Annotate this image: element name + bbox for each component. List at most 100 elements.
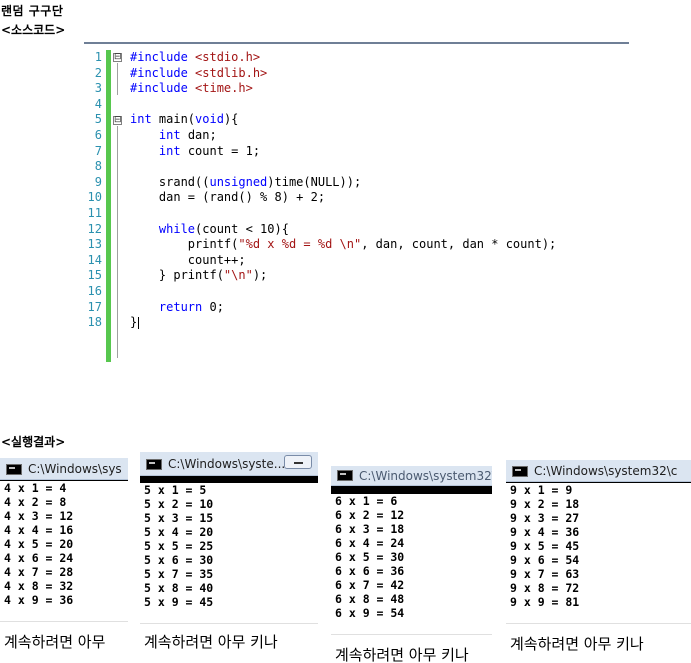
console-window-3[interactable]: C:\Windows\system32\ 6 x 1 = 66 x 2 = 12…	[331, 466, 492, 663]
console-prompt: 계속하려면 아무 키나	[140, 623, 318, 663]
console-output-line: 4 x 2 = 8	[4, 495, 67, 509]
console-output-line: 6 x 5 = 30	[335, 550, 405, 564]
code-editor[interactable]: 1 2 3 4 5 6 7 8 9 10 11 12 13 14 15 16 17 18 ⊟ ⊟ #include…	[84, 42, 629, 368]
console-output-line: 5 x 2 = 10	[144, 497, 214, 511]
console-title-bar[interactable]: C:\Windows\syste...	[140, 452, 318, 476]
code-token: int	[158, 127, 181, 142]
line-number: 6	[94, 127, 102, 142]
console-output-line: 4 x 7 = 28	[4, 565, 74, 579]
outline-margin: ⊟ ⊟	[113, 50, 125, 362]
code-token: }	[130, 315, 138, 330]
code-token: } printf(	[130, 268, 224, 283]
collapse-icon-includes[interactable]: ⊟	[113, 53, 122, 62]
code-token: return	[158, 299, 203, 314]
line-number: 8	[94, 159, 102, 174]
code-token: <stdlib.h>	[195, 65, 268, 80]
code-token: #include	[130, 50, 196, 64]
code-line: while(count < 10){	[130, 222, 556, 238]
line-number: 4	[94, 96, 102, 111]
console-output-line: 4 x 4 = 16	[4, 523, 74, 537]
code-token: srand((	[130, 174, 210, 189]
line-number: 17	[87, 299, 102, 314]
console-prompt: 계속하려면 아무 키나	[506, 623, 691, 663]
document-title: 랜덤 구구단	[1, 4, 64, 18]
console-output-line: 9 x 8 = 72	[510, 581, 580, 595]
console-output-line: 4 x 3 = 12	[4, 509, 74, 523]
console-output-line: 6 x 3 = 18	[335, 522, 405, 536]
console-title: C:\Windows\sys	[28, 462, 122, 476]
console-output-line: 9 x 6 = 54	[510, 553, 580, 567]
line-number: 14	[87, 252, 102, 267]
code-line: } printf("\n");	[130, 268, 556, 284]
console-app-icon	[146, 459, 162, 470]
console-output: 6 x 1 = 66 x 2 = 12 6 x 3 = 18 6 x 4 = 24 6…	[331, 494, 492, 634]
line-number: 11	[87, 205, 102, 220]
console-output-line: 6 x 8 = 48	[335, 592, 405, 606]
console-title-bar[interactable]: C:\Windows\sys	[0, 458, 128, 480]
console-output-line: 6 x 4 = 24	[335, 536, 405, 550]
console-output-line: 5 x 9 = 45	[144, 595, 214, 609]
code-token: int	[158, 143, 181, 158]
console-window-2[interactable]: C:\Windows\syste... 5 x 1 = 55 x 2 = 10 5…	[140, 452, 318, 663]
line-number: 16	[87, 283, 102, 298]
code-token: main(	[151, 112, 196, 127]
minimize-button[interactable]	[284, 455, 312, 469]
console-title-bar[interactable]: C:\Windows\system32\c	[506, 460, 691, 482]
console-output-line: 9 x 9 = 81	[510, 595, 580, 609]
code-token: "\n"	[223, 268, 253, 283]
editor-top-border	[84, 42, 629, 44]
collapse-icon-main[interactable]: ⊟	[113, 116, 122, 125]
console-output-line: 6 x 9 = 54	[335, 606, 405, 620]
console-output-line: 6 x 1 = 6	[335, 494, 398, 508]
console-output-line: 9 x 3 = 27	[510, 511, 580, 525]
console-window-4[interactable]: C:\Windows\system32\c 9 x 1 = 99 x 2 = 1…	[506, 460, 691, 663]
line-number: 9	[94, 174, 102, 189]
code-text-area[interactable]: #include <stdio.h> #include <stdlib.h> #in…	[130, 50, 556, 331]
console-title: C:\Windows\syste...	[168, 457, 286, 471]
console-output-line: 5 x 1 = 5	[144, 483, 207, 497]
change-tracking-bar	[106, 50, 111, 362]
line-number: 1	[94, 50, 102, 64]
code-token: )time(NULL));	[267, 174, 362, 189]
console-output-line: 9 x 2 = 18	[510, 497, 580, 511]
fold-guide-line	[117, 126, 118, 358]
code-token: <stdio.h>	[195, 50, 261, 64]
code-line: srand((unsigned)time(NULL));	[130, 175, 556, 191]
console-output-line: 9 x 4 = 36	[510, 525, 580, 539]
code-token: 0;	[202, 299, 224, 314]
code-line: printf("%d x %d = %d \n", dan, count, da…	[130, 237, 556, 253]
console-output-line: 5 x 5 = 25	[144, 539, 214, 553]
console-output-line: 5 x 6 = 30	[144, 553, 214, 567]
code-token: while	[158, 221, 196, 236]
console-title-bar[interactable]: C:\Windows\system32\	[331, 466, 492, 486]
code-token: dan;	[180, 127, 217, 142]
console-output-line: 6 x 2 = 12	[335, 508, 405, 522]
console-app-icon	[512, 466, 528, 477]
code-token: unsigned	[209, 174, 268, 189]
console-output-line: 4 x 6 = 24	[4, 551, 74, 565]
line-number-gutter: 1 2 3 4 5 6 7 8 9 10 11 12 13 14 15 16 17 18	[84, 50, 102, 331]
code-line: int dan;	[130, 128, 556, 144]
code-token: count++;	[130, 252, 246, 267]
console-title: C:\Windows\system32\c	[534, 464, 678, 478]
code-token: (count < 10){	[195, 221, 289, 236]
code-token: count = 1;	[180, 143, 261, 158]
code-line: dan = (rand() % 8) + 2;	[130, 190, 556, 206]
line-number: 7	[94, 143, 102, 158]
console-output-line: 6 x 6 = 36	[335, 564, 405, 578]
line-number: 18	[87, 315, 102, 330]
text-caret	[138, 316, 140, 329]
line-number: 3	[94, 81, 102, 96]
code-line: int count = 1;	[130, 144, 556, 160]
console-window-1[interactable]: C:\Windows\sys 4 x 1 = 44 x 2 = 84 x 3 =…	[0, 458, 128, 663]
line-number: 15	[87, 268, 102, 283]
console-output-line: 5 x 8 = 40	[144, 581, 214, 595]
code-token: ){	[223, 112, 239, 127]
code-token: "%d x %d = %d \n"	[238, 237, 362, 252]
